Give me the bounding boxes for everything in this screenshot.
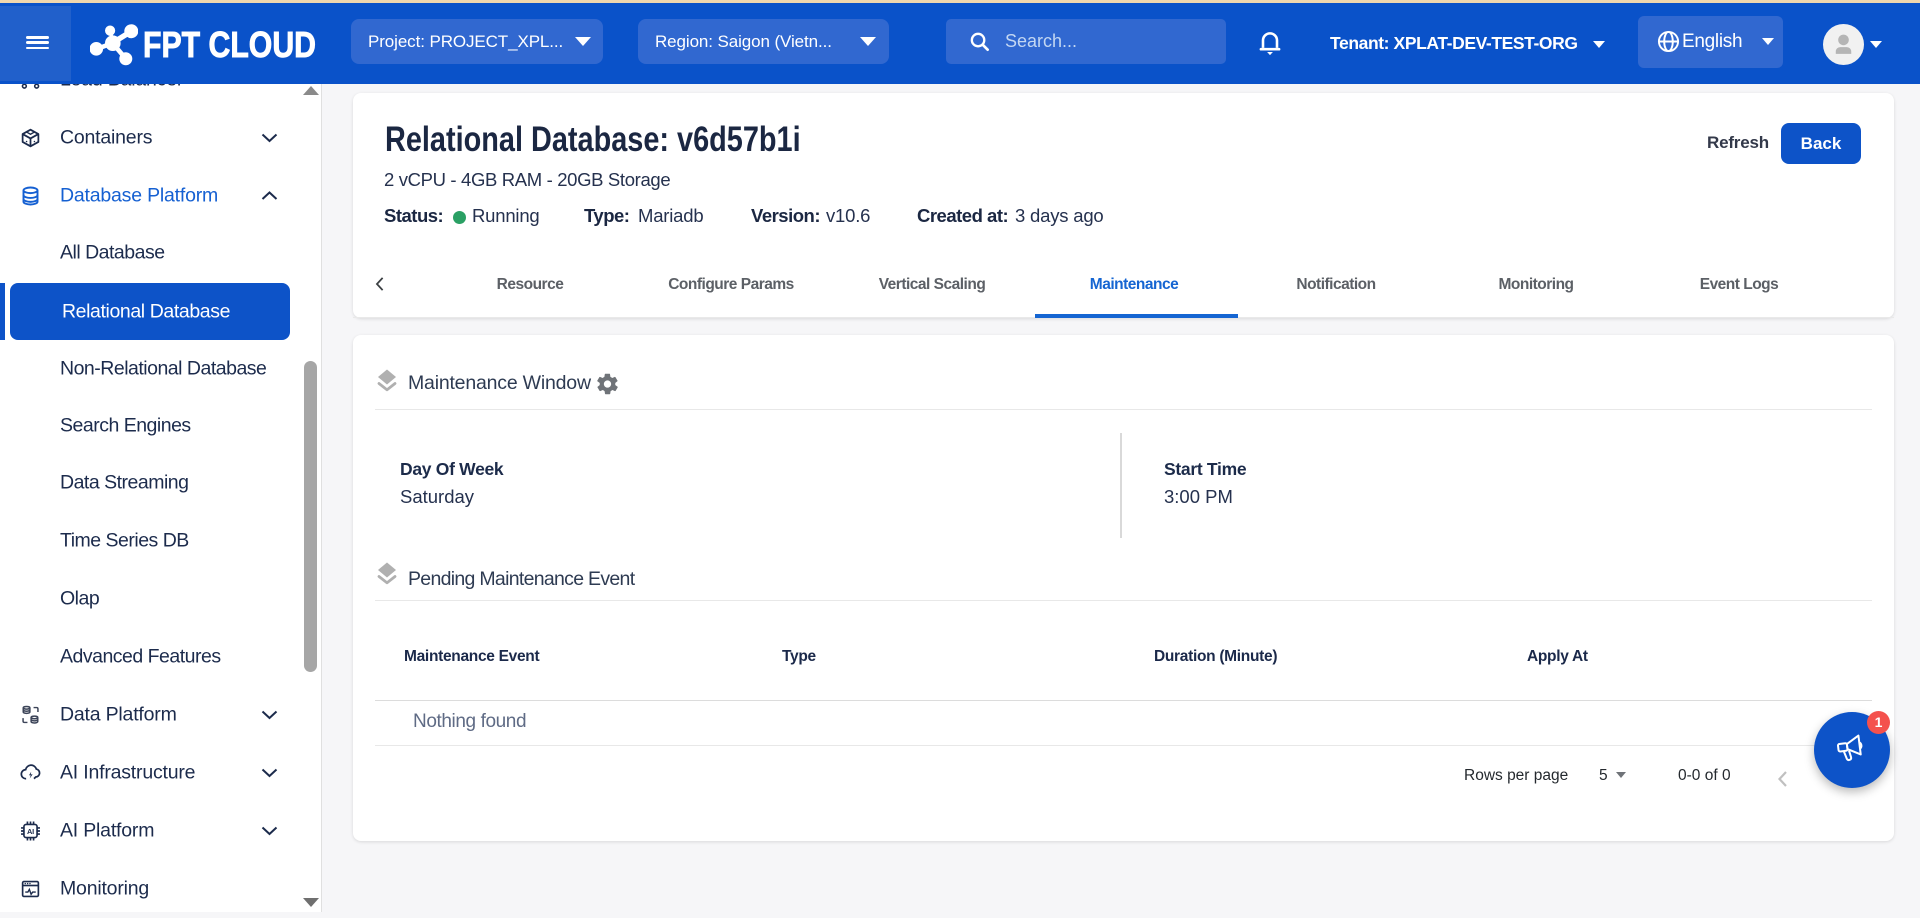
svg-text:AI: AI <box>27 827 34 836</box>
svg-text:FPT CLOUD: FPT CLOUD <box>143 24 316 65</box>
